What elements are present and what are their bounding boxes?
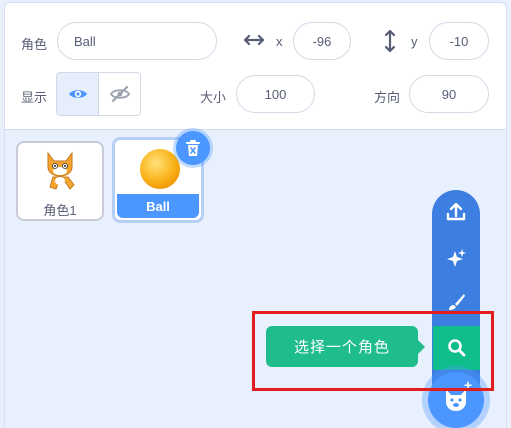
sprite-tile-name: Ball bbox=[117, 194, 199, 218]
y-label: y bbox=[411, 34, 418, 49]
ball-sprite-icon bbox=[140, 149, 180, 189]
eye-icon bbox=[68, 90, 87, 98]
upload-sprite-button[interactable] bbox=[432, 192, 480, 232]
size-label: 大小 bbox=[200, 90, 227, 105]
annotation-highlight-box bbox=[252, 311, 494, 391]
sparkle-icon bbox=[447, 249, 466, 267]
show-button[interactable] bbox=[57, 73, 99, 115]
trash-icon bbox=[186, 140, 200, 156]
upload-icon bbox=[446, 203, 466, 221]
eye-slash-icon bbox=[109, 86, 130, 102]
direction-label: 方向 bbox=[374, 90, 401, 105]
sprite-tile-name: 角色1 bbox=[43, 203, 77, 218]
hide-button[interactable] bbox=[99, 73, 140, 115]
direction-input[interactable]: 90 bbox=[409, 75, 489, 113]
x-input[interactable]: -96 bbox=[293, 22, 351, 60]
sprite-name-input[interactable]: Ball bbox=[57, 22, 217, 60]
show-label: 显示 bbox=[21, 90, 48, 105]
delete-sprite-button[interactable] bbox=[176, 131, 210, 165]
surprise-button[interactable] bbox=[432, 238, 480, 278]
y-input[interactable]: -10 bbox=[429, 22, 489, 60]
vertical-arrows-icon bbox=[384, 29, 396, 53]
visibility-toggle bbox=[56, 72, 141, 116]
sprite-name-label: 角色 bbox=[21, 37, 48, 52]
cat-sprite-icon bbox=[47, 151, 75, 190]
size-input[interactable]: 100 bbox=[236, 75, 315, 113]
sprite-tile-cat[interactable]: 角色1 bbox=[16, 141, 104, 221]
paintbrush-icon bbox=[449, 294, 465, 310]
x-label: x bbox=[276, 34, 283, 49]
horizontal-arrows-icon bbox=[243, 34, 265, 46]
